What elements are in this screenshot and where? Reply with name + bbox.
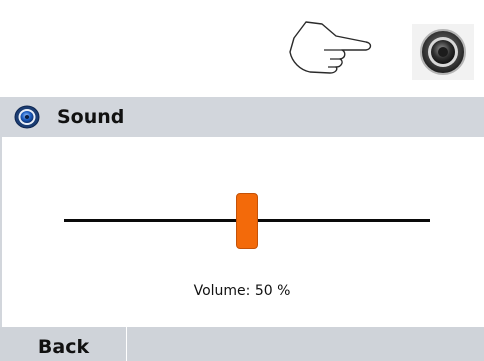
slider-thumb[interactable] — [236, 193, 258, 249]
panel-title: Sound — [57, 106, 125, 128]
speaker-icon — [420, 29, 466, 75]
sound-settings-screen: Sound Volume: 50 % Back — [0, 0, 484, 361]
back-button[interactable]: Back — [0, 327, 127, 361]
volume-label: Volume: 50 % — [193, 283, 291, 299]
speaker-icon — [14, 105, 40, 129]
panel-header: Sound — [0, 97, 484, 137]
speaker-button[interactable] — [412, 24, 474, 80]
back-button-label: Back — [37, 336, 90, 358]
volume-slider[interactable] — [64, 193, 430, 253]
pointing-hand-icon — [289, 21, 372, 74]
bottom-bar: Back — [0, 327, 484, 361]
sound-panel: Sound Volume: 50 % — [0, 97, 484, 327]
